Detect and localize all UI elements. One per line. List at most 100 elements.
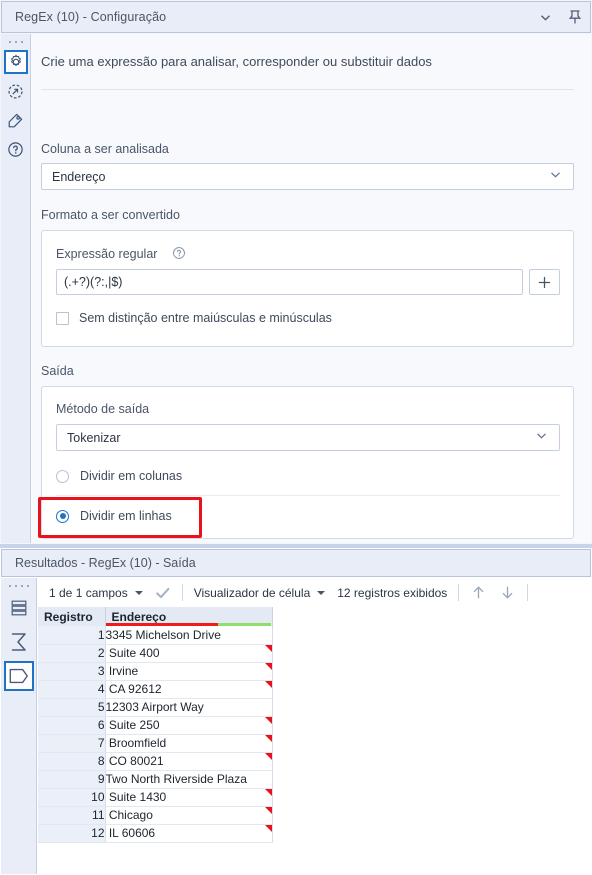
case-insensitive-checkbox[interactable]: Sem distinção entre maiúsculas e minúscu… (56, 311, 332, 325)
table-row[interactable]: 8 CO 80021 (38, 752, 273, 771)
leading-space-flag-icon (264, 716, 271, 724)
app-root: RegEx (10) - Configuração Crie uma expre… (0, 0, 592, 875)
table-row[interactable]: 12 IL 60606 (38, 824, 273, 843)
leading-space-flag-icon (264, 734, 271, 742)
cell-address-text: 12303 Airport Way (105, 700, 204, 714)
column-select[interactable]: Endereço (41, 163, 574, 190)
table-row[interactable]: 9 Two North Riverside Plaza (38, 770, 273, 789)
cell-record: 1 (38, 626, 106, 645)
leading-space-flag-icon (264, 680, 271, 688)
config-panel: RegEx (10) - Configuração Crie uma expre… (0, 0, 592, 544)
help-circle-icon[interactable] (4, 137, 28, 161)
radio-button (56, 469, 69, 483)
check-icon[interactable] (155, 585, 171, 601)
case-insensitive-label: Sem distinção entre maiúsculas e minúscu… (79, 311, 332, 325)
leading-space-flag-icon (264, 662, 271, 670)
toolbar-separator (181, 584, 183, 601)
cell-address-text: IL 60606 (105, 826, 156, 840)
rail-grip[interactable] (8, 582, 29, 589)
table-row[interactable]: 4 CA 92612 (38, 680, 273, 699)
rows-icon[interactable] (4, 593, 34, 623)
table-row[interactable]: 11 Chicago (38, 806, 273, 825)
format-label: Formato a ser convertido (41, 208, 180, 222)
cell-address-text: Suite 250 (105, 718, 160, 732)
arrow-up-icon[interactable] (470, 584, 487, 601)
chevron-down-icon (134, 590, 143, 595)
regex-input[interactable]: (.+?)(?:,|$) (56, 269, 523, 295)
radio-split-columns[interactable]: Dividir em colunas (56, 469, 182, 483)
cell-address-text: Broomfield (105, 736, 167, 750)
leading-space-flag-icon (264, 806, 271, 814)
gear-icon[interactable] (3, 50, 28, 74)
cell-address-text: Irvine (105, 664, 139, 678)
radio-split-rows-label: Dividir em linhas (80, 509, 172, 523)
toolbar-separator (458, 584, 460, 601)
arrow-down-icon[interactable] (499, 584, 516, 601)
table-head: Registro Endereço (38, 607, 273, 626)
cell-record: 6 (38, 716, 106, 735)
cell-address[interactable]: Chicago (105, 806, 273, 825)
cell-viewer-label: Visualizador de célula (193, 585, 311, 600)
cell-address[interactable]: Two North Riverside Plaza (105, 770, 273, 789)
cell-record: 10 (38, 788, 106, 807)
results-table-wrapper[interactable]: Registro Endereço 1 3345 Michelson Drive 2… (38, 607, 591, 874)
records-count-label: 12 registros exibidos (337, 585, 448, 600)
table-row[interactable]: 6 Suite 250 (38, 716, 273, 735)
cell-address-text: CO 80021 (105, 754, 164, 768)
column-header-address[interactable]: Endereço (105, 607, 273, 626)
cell-record: 11 (38, 806, 106, 825)
cell-address[interactable]: Irvine (105, 662, 273, 681)
output-method-label: Método de saída (56, 402, 150, 416)
table-row[interactable]: 10 Suite 1430 (38, 788, 273, 807)
cell-address[interactable]: CA 92612 (105, 680, 273, 699)
config-icon-rail (1, 34, 31, 543)
config-panel-title: RegEx (10) - Configuração (15, 10, 167, 24)
arrow-circle-icon[interactable] (4, 79, 28, 103)
config-body: Crie uma expressão para analisar, corres… (31, 34, 591, 543)
cell-address[interactable]: Suite 250 (105, 716, 273, 735)
cell-record: 2 (38, 644, 106, 663)
cell-address-text: Chicago (105, 808, 153, 822)
cell-address[interactable]: Broomfield (105, 734, 273, 753)
table-row[interactable]: 2 Suite 400 (38, 644, 273, 663)
cell-address[interactable]: 3345 Michelson Drive (105, 626, 273, 645)
output-method-value: Tokenizar (67, 430, 121, 445)
rail-grip[interactable] (8, 38, 23, 45)
cell-address-text: Two North Riverside Plaza (105, 772, 247, 786)
chevron-down-icon (549, 168, 562, 186)
radio-split-columns-label: Dividir em colunas (80, 469, 183, 483)
chevron-down-icon[interactable] (530, 2, 560, 32)
cell-address-text: Suite 1430 (105, 790, 167, 804)
intro-text: Crie uma expressão para analisar, corres… (41, 54, 432, 69)
titlebar-buttons (530, 2, 590, 32)
data-shape-icon[interactable] (3, 661, 34, 691)
fields-label: 1 de 1 campos (49, 585, 128, 600)
cell-viewer-dropdown[interactable]: Visualizador de célula (194, 586, 326, 600)
cell-address[interactable]: CO 80021 (105, 752, 273, 771)
chevron-down-icon (535, 429, 548, 447)
column-header-address-label: Endereço (111, 609, 167, 624)
tag-icon[interactable] (4, 108, 28, 132)
radio-split-rows[interactable]: Dividir em linhas (56, 509, 172, 523)
regex-group: Expressão regular (.+?)(?:,|$) Sem disti… (41, 230, 574, 347)
cell-record: 8 (38, 752, 106, 771)
fields-dropdown[interactable]: 1 de 1 campos (49, 586, 143, 600)
sigma-icon[interactable] (4, 627, 34, 657)
column-header-record[interactable]: Registro (38, 607, 106, 626)
cell-address[interactable]: 12303 Airport Way (105, 698, 273, 717)
column-label: Coluna a ser analisada (41, 142, 169, 156)
table-header-row: Registro Endereço (38, 607, 273, 626)
cell-address[interactable]: IL 60606 (105, 824, 273, 843)
cell-record: 4 (38, 680, 106, 699)
config-titlebar: RegEx (10) - Configuração (1, 1, 591, 33)
table-row[interactable]: 1 3345 Michelson Drive (38, 626, 273, 645)
table-row[interactable]: 7 Broomfield (38, 734, 273, 753)
cell-address[interactable]: Suite 1430 (105, 788, 273, 807)
add-expression-button[interactable] (529, 269, 560, 295)
help-circle-icon[interactable] (172, 246, 186, 265)
pin-icon[interactable] (560, 2, 590, 32)
table-row[interactable]: 5 12303 Airport Way (38, 698, 273, 717)
cell-address[interactable]: Suite 400 (105, 644, 273, 663)
table-row[interactable]: 3 Irvine (38, 662, 273, 681)
output-method-select[interactable]: Tokenizar (56, 424, 560, 451)
